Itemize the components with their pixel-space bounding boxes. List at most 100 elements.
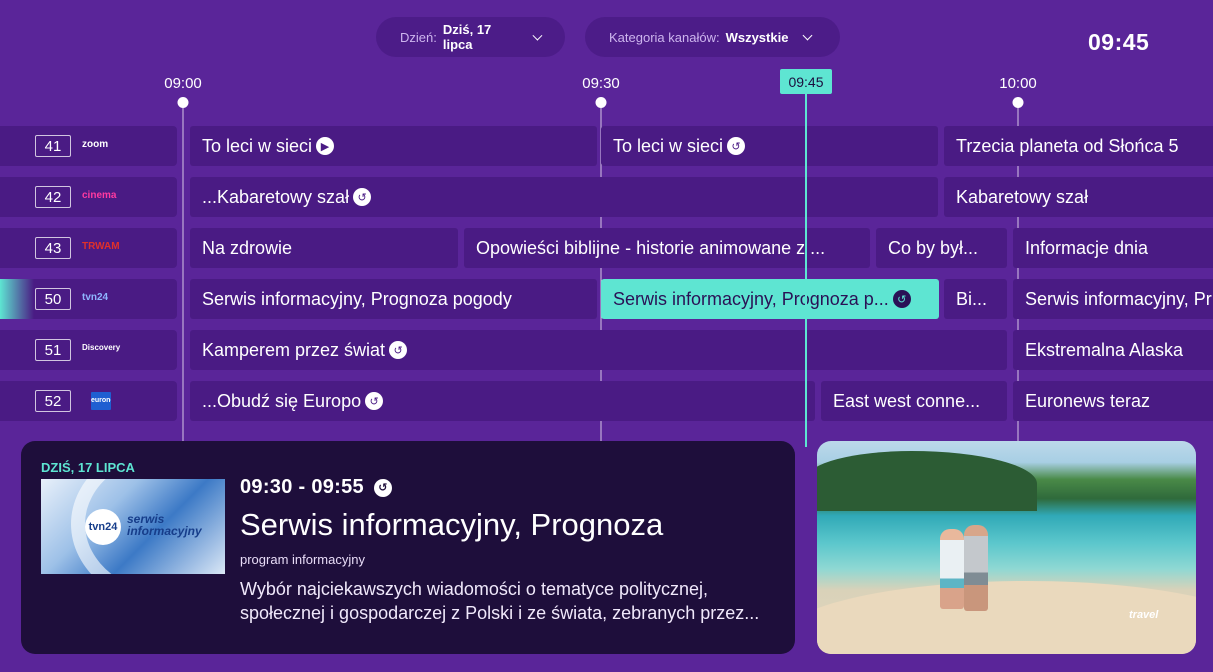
program-title: ...Obudź się Europo <box>202 390 362 411</box>
program-title: Co by był... <box>888 237 979 258</box>
replay-icon: ↺ <box>373 478 392 497</box>
day-filter-value: Dziś, 17 lipca <box>442 22 492 52</box>
play-icon: ▶ <box>316 137 335 155</box>
chevron-down-icon <box>532 30 543 41</box>
category-filter-value: Wszystkie <box>725 29 789 45</box>
program-cell[interactable]: Bi... <box>944 279 1007 319</box>
clock: 09:45 <box>1088 29 1150 55</box>
timeline-tick-dot <box>595 97 607 108</box>
channel-cell[interactable]: 42 cinema <box>0 177 177 217</box>
program-title: Kamperem przez świat <box>202 339 386 360</box>
program-title: ...Kabaretowy szał <box>202 186 350 207</box>
channel-number: 52 <box>35 390 71 412</box>
program-cell[interactable]: Informacje dnia <box>1013 228 1213 268</box>
replay-icon: ↺ <box>727 137 746 155</box>
program-title: Na zdrowie <box>202 237 293 258</box>
timeline-tick-label: 09:00 <box>164 75 202 92</box>
current-time-badge: 09:45 <box>780 69 832 94</box>
channel-logo: euronews <box>91 392 111 410</box>
program-cell[interactable]: Co by był... <box>876 228 1007 268</box>
program-title: To leci w sieci <box>202 135 313 156</box>
category-filter-label: Kategoria kanałów: <box>609 29 720 45</box>
program-cell[interactable]: To leci w sieci ↺ <box>601 126 938 166</box>
program-cell[interactable]: Euronews teraz <box>1013 381 1213 421</box>
program-cell[interactable]: Trzecia planeta od Słońca 5 <box>944 126 1213 166</box>
replay-icon: ↺ <box>353 188 372 206</box>
program-cell[interactable]: Kabaretowy szał <box>944 177 1213 217</box>
active-channel-indicator <box>0 279 34 319</box>
channel-row: 43 TRWAM Na zdrowie Opowieści biblijne -… <box>0 228 1213 268</box>
program-cell[interactable]: Opowieści biblijne - historie animowane … <box>464 228 870 268</box>
channel-cell[interactable]: 52 euronews <box>0 381 177 421</box>
thumbnail-logo: tvn24 <box>85 509 121 545</box>
details-title: Serwis informacyjny, Prognoza <box>240 507 664 542</box>
program-cell[interactable]: Kamperem przez świat ↺ <box>190 330 1007 370</box>
thumbnail-text: serwis informacyjny <box>127 513 202 537</box>
program-cell[interactable]: Ekstremalna Alaska <box>1013 330 1213 370</box>
program-title: Opowieści biblijne - historie animowane … <box>476 237 826 258</box>
chevron-down-icon <box>803 30 813 41</box>
program-title: Euronews teraz <box>1025 390 1151 411</box>
live-preview[interactable]: travel <box>817 441 1196 654</box>
channel-logo: zoom <box>82 139 109 150</box>
program-cell-selected[interactable]: Serwis informacyjny, Prognoza p... ↺ <box>601 279 939 319</box>
program-cell[interactable]: Na zdrowie <box>190 228 458 268</box>
category-filter-dropdown[interactable]: Kategoria kanałów: Wszystkie <box>585 17 840 57</box>
channel-number: 42 <box>35 186 71 208</box>
program-cell[interactable]: Serwis informacyjny, Pr <box>1013 279 1213 319</box>
timeline-tick-dot <box>1012 97 1024 108</box>
program-title: Trzecia planeta od Słońca 5 <box>956 135 1179 156</box>
program-title: Kabaretowy szał <box>956 186 1089 207</box>
channel-number: 43 <box>35 237 71 259</box>
channel-row: 50 tvn24 Serwis informacyjny, Prognoza p… <box>0 279 1213 319</box>
details-time-range: 09:30 - 09:55 <box>240 476 364 498</box>
channel-logo: cinema <box>82 190 117 201</box>
channel-watermark: travel <box>1129 609 1159 621</box>
program-title: To leci w sieci <box>613 135 724 156</box>
preview-person <box>964 525 988 611</box>
replay-icon: ↺ <box>389 341 408 359</box>
program-title: Serwis informacyjny, Prognoza p... <box>613 288 889 309</box>
timeline-tick-label: 09:30 <box>582 75 620 92</box>
epg-grid: 41 zoom To leci w sieci ▶ To leci w siec… <box>0 126 1213 432</box>
preview-hill <box>817 451 1037 511</box>
channel-row: 52 euronews ...Obudź się Europo ↺ East w… <box>0 381 1213 421</box>
thumbnail-text-line-2: informacyjny <box>127 524 202 538</box>
channel-cell-active[interactable]: 50 tvn24 <box>0 279 177 319</box>
program-title: Bi... <box>956 288 988 309</box>
channel-logo: tvn24 <box>82 292 109 303</box>
program-title: East west conne... <box>833 390 981 411</box>
channel-row: 41 zoom To leci w sieci ▶ To leci w siec… <box>0 126 1213 166</box>
details-time: 09:30 - 09:55 ↺ <box>240 476 392 499</box>
channel-cell[interactable]: 43 TRWAM <box>0 228 177 268</box>
timeline-tick-label: 10:00 <box>999 75 1037 92</box>
channel-cell[interactable]: 41 zoom <box>0 126 177 166</box>
program-thumbnail: tvn24 serwis informacyjny <box>41 479 225 574</box>
channel-number: 50 <box>35 288 71 310</box>
replay-icon: ↺ <box>365 392 384 410</box>
program-title: Serwis informacyjny, Prognoza pogody <box>202 288 512 309</box>
channel-number: 41 <box>35 135 71 157</box>
channel-logo: TRWAM <box>82 241 120 252</box>
preview-person <box>940 529 964 609</box>
details-date: DZIŚ, 17 LIPCA <box>41 460 135 475</box>
program-title: Serwis informacyjny, Pr <box>1025 288 1212 309</box>
program-details-panel: DZIŚ, 17 LIPCA tvn24 serwis informacyjny… <box>21 441 795 654</box>
program-cell[interactable]: ...Kabaretowy szał ↺ <box>190 177 938 217</box>
details-category: program informacyjny <box>240 552 365 567</box>
program-cell[interactable]: East west conne... <box>821 381 1007 421</box>
program-cell[interactable]: ...Obudź się Europo ↺ <box>190 381 815 421</box>
program-cell[interactable]: Serwis informacyjny, Prognoza pogody <box>190 279 597 319</box>
day-filter-label: Dzień: <box>400 29 437 45</box>
channel-row: 42 cinema ...Kabaretowy szał ↺ Kabaretow… <box>0 177 1213 217</box>
day-filter-dropdown[interactable]: Dzień: Dziś, 17 lipca <box>376 17 565 57</box>
channel-number: 51 <box>35 339 71 361</box>
channel-cell[interactable]: 51 Discovery <box>0 330 177 370</box>
replay-icon: ↺ <box>892 290 911 308</box>
timeline-tick-dot <box>177 97 189 108</box>
program-title: Ekstremalna Alaska <box>1025 339 1184 360</box>
channel-logo: Discovery <box>82 343 121 352</box>
channel-row: 51 Discovery Kamperem przez świat ↺ Ekst… <box>0 330 1213 370</box>
program-cell[interactable]: To leci w sieci ▶ <box>190 126 597 166</box>
program-title: Informacje dnia <box>1025 237 1149 258</box>
